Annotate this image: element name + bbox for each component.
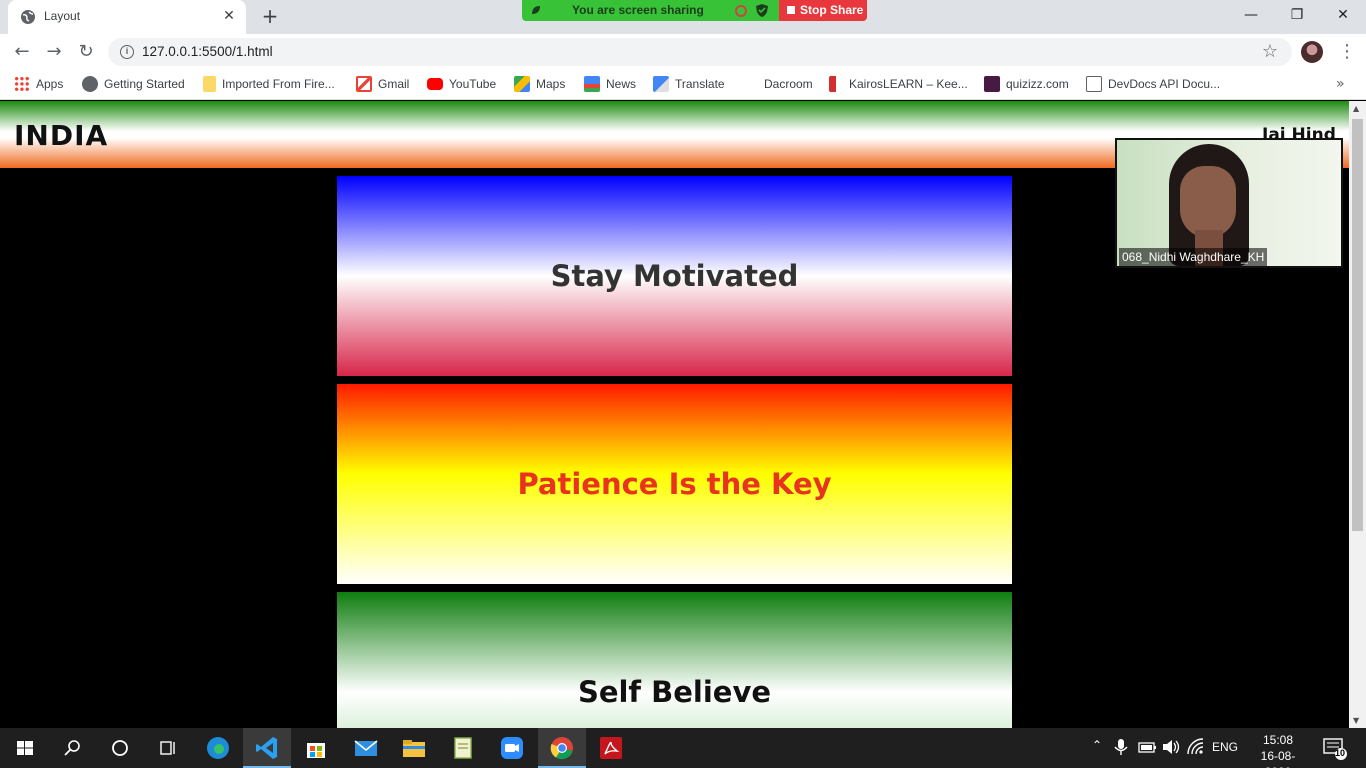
info-icon[interactable]: i <box>120 45 134 59</box>
page-brand: INDIA <box>14 119 109 152</box>
notepadpp-icon[interactable] <box>449 734 477 762</box>
search-icon[interactable] <box>58 734 86 762</box>
bookmarks-overflow-icon[interactable]: » <box>1336 76 1345 92</box>
battery-icon[interactable] <box>1136 736 1158 758</box>
close-window-button[interactable]: ✕ <box>1320 0 1366 30</box>
bookmark-apps[interactable]: Apps <box>14 76 63 94</box>
card-text: Patience Is the Key <box>517 467 832 501</box>
apps-grid-icon <box>14 76 30 92</box>
devdocs-icon <box>1086 76 1102 92</box>
bookmarks-bar: Apps Getting Started Imported From Fire.… <box>0 70 1366 100</box>
screen-share-banner: You are screen sharing <box>522 0 779 21</box>
vscode-icon[interactable] <box>253 734 281 762</box>
scroll-down-icon[interactable]: ▼ <box>1353 716 1359 725</box>
url-text[interactable]: 127.0.0.1:5500/1.html <box>142 44 273 59</box>
clock-time: 15:08 <box>1262 733 1294 747</box>
translate-icon <box>653 76 669 92</box>
leaf-icon <box>532 6 540 14</box>
scrollbar-thumb[interactable] <box>1352 119 1363 531</box>
edge-icon[interactable] <box>204 734 232 762</box>
bookmark-getting-started[interactable]: Getting Started <box>82 76 185 94</box>
bookmark-devdocs[interactable]: DevDocs API Docu... <box>1086 76 1220 94</box>
bookmark-star-icon[interactable]: ☆ <box>1262 41 1278 62</box>
new-tab-button[interactable]: + <box>258 4 282 28</box>
gmail-icon <box>356 76 372 92</box>
cortana-icon[interactable] <box>106 734 134 762</box>
reload-icon[interactable]: ↻ <box>74 40 98 64</box>
record-icon[interactable] <box>735 5 747 17</box>
chrome-icon[interactable] <box>548 734 576 762</box>
youtube-icon <box>427 78 443 90</box>
zoom-icon[interactable] <box>498 734 526 762</box>
card-text: Stay Motivated <box>550 259 799 293</box>
stop-icon <box>787 6 795 14</box>
bookmark-quizizz[interactable]: quizizz.com <box>984 76 1069 94</box>
tray-expand-icon[interactable]: ⌃ <box>1092 738 1102 752</box>
bookmark-translate[interactable]: Translate <box>653 76 725 94</box>
taskbar-clock[interactable]: 15:08 16-08-2020 <box>1250 732 1306 768</box>
tab-strip: Layout ✕ + You are screen sharing Stop S… <box>0 0 1366 34</box>
bookmark-gmail[interactable]: Gmail <box>356 76 409 94</box>
windows-start-icon[interactable] <box>11 734 39 762</box>
minimize-button[interactable]: — <box>1228 0 1274 30</box>
acrobat-icon[interactable] <box>597 734 625 762</box>
profile-avatar[interactable] <box>1301 41 1323 63</box>
tab-title: Layout <box>44 9 81 23</box>
motivation-card: Self Believe <box>337 592 1012 728</box>
restore-button[interactable]: ❐ <box>1274 0 1320 30</box>
page-scrollbar[interactable]: ▲ ▼ <box>1349 101 1366 728</box>
forward-icon[interactable]: → <box>42 40 66 64</box>
stop-share-label: Stop Share <box>800 3 864 17</box>
shield-icon[interactable] <box>756 4 768 17</box>
bookmark-maps[interactable]: Maps <box>514 76 565 94</box>
bookmark-news[interactable]: News <box>584 76 636 94</box>
globe-icon <box>82 76 98 92</box>
back-icon[interactable]: ← <box>10 40 34 64</box>
bookmark-youtube[interactable]: YouTube <box>427 76 496 94</box>
quizizz-icon <box>984 76 1000 92</box>
kairos-icon <box>829 76 843 92</box>
bookmark-imported-folder[interactable]: Imported From Fire... <box>203 76 335 94</box>
scroll-up-icon[interactable]: ▲ <box>1353 104 1359 113</box>
bookmark-dacroom[interactable]: Dacroom <box>764 76 813 94</box>
video-thumbnail[interactable]: 068_Nidhi Waghdhare_KH <box>1115 138 1343 268</box>
volume-icon[interactable] <box>1160 736 1182 758</box>
news-icon <box>584 76 600 92</box>
microphone-icon[interactable] <box>1110 736 1132 758</box>
file-explorer-icon[interactable] <box>400 734 428 762</box>
screen-share-status: You are screen sharing <box>572 3 704 17</box>
tab-close-icon[interactable]: ✕ <box>220 7 238 25</box>
wifi-icon[interactable] <box>1185 736 1207 758</box>
browser-tab[interactable]: Layout ✕ <box>8 0 246 34</box>
clock-date: 16-08-2020 <box>1260 749 1296 768</box>
card-text: Self Believe <box>577 675 772 709</box>
folder-icon <box>203 76 216 92</box>
address-bar[interactable]: i 127.0.0.1:5500/1.html ☆ <box>108 38 1292 66</box>
motivation-card: Stay Motivated <box>337 176 1012 376</box>
globe-icon <box>21 10 35 24</box>
mail-icon[interactable] <box>352 734 380 762</box>
menu-kebab-icon[interactable]: ⋮ <box>1338 40 1356 64</box>
notification-count: 10 <box>1335 748 1346 758</box>
maps-icon <box>514 76 530 92</box>
participant-name: 068_Nidhi Waghdhare_KH <box>1119 248 1268 266</box>
store-icon[interactable] <box>302 734 330 762</box>
task-view-icon[interactable] <box>154 734 182 762</box>
participant-face <box>1180 166 1236 238</box>
browser-toolbar: ← → ↻ i 127.0.0.1:5500/1.html ☆ ⋮ <box>0 34 1366 70</box>
motivation-card: Patience Is the Key <box>337 384 1012 584</box>
language-indicator[interactable]: ENG <box>1212 740 1238 754</box>
bookmark-kairoslearn[interactable]: KairosLEARN – Kee... <box>829 76 968 94</box>
windows-taskbar: ⌃ ENG 15:08 16-08-2020 10 <box>0 728 1366 768</box>
stop-share-button[interactable]: Stop Share <box>779 0 867 21</box>
